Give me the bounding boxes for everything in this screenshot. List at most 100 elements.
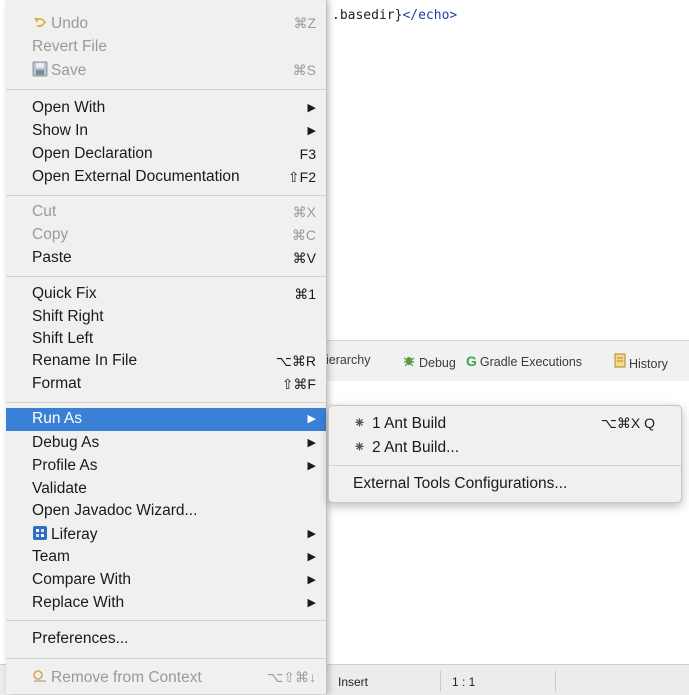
shortcut-label: ⇧⌘F: [281, 376, 316, 392]
menu-item-cut[interactable]: Cut ⌘X: [6, 201, 326, 223]
menu-item-show-in[interactable]: Show In ▶: [6, 120, 326, 142]
tab-history-label: History: [629, 357, 668, 371]
menu-item-label: Undo: [51, 15, 89, 32]
menu-item-label: Shift Left: [32, 330, 94, 347]
menu-item-label: Rename In File: [32, 352, 138, 369]
run-as-submenu: ⁕ 1 Ant Build ⌥⌘X Q ⁕ 2 Ant Build... Exter…: [328, 405, 682, 503]
menu-item-shift-right[interactable]: Shift Right: [6, 306, 326, 328]
shortcut-label: ⇧F2: [287, 169, 316, 185]
submenu-arrow-icon: ▶: [307, 528, 316, 540]
debug-bug-icon: [402, 353, 416, 370]
menu-separator: [6, 276, 326, 277]
menu-item-preferences[interactable]: Preferences...: [6, 628, 326, 650]
submenu-arrow-icon: ▶: [307, 437, 316, 449]
history-icon: [614, 353, 626, 371]
menu-item-label: Open External Documentation: [32, 168, 240, 185]
menu-separator: [6, 620, 326, 621]
menu-item-label: Open Declaration: [32, 145, 153, 162]
menu-item-copy[interactable]: Copy ⌘C: [6, 224, 326, 246]
menu-item-label: Liferay: [51, 526, 98, 543]
menu-separator: [329, 465, 681, 466]
submenu-item-ant-build-2[interactable]: ⁕ 2 Ant Build...: [329, 436, 681, 458]
menu-item-label: Revert File: [32, 38, 107, 55]
context-menu: Undo ⌘Z Revert File Save ⌘S Open With ▶ …: [6, 0, 327, 694]
menu-item-label: Quick Fix: [32, 285, 97, 302]
menu-item-shift-left[interactable]: Shift Left: [6, 328, 326, 350]
tab-hierarchy[interactable]: ierarchy: [326, 353, 370, 367]
menu-item-replace-with[interactable]: Replace With ▶: [6, 592, 326, 614]
gradle-icon: G: [466, 353, 477, 369]
menu-item-save[interactable]: Save ⌘S: [6, 59, 326, 81]
submenu-arrow-icon: ▶: [307, 102, 316, 114]
shortcut-label: F3: [299, 146, 316, 162]
menu-item-label: Format: [32, 375, 82, 392]
menu-item-open-external-documentation[interactable]: Open External Documentation ⇧F2: [6, 166, 326, 188]
shortcut-label: ⌘C: [291, 227, 316, 243]
remove-context-icon: [32, 668, 48, 684]
menu-item-label: Copy: [32, 226, 69, 243]
submenu-arrow-icon: ▶: [307, 551, 316, 563]
submenu-arrow-icon: ▶: [307, 574, 316, 586]
menu-item-compare-with[interactable]: Compare With ▶: [6, 569, 326, 591]
menu-separator: [6, 402, 326, 403]
menu-item-open-declaration[interactable]: Open Declaration F3: [6, 143, 326, 165]
tab-gradle-executions[interactable]: G Gradle Executions: [466, 353, 582, 369]
menu-item-validate[interactable]: Validate: [6, 478, 326, 500]
menu-item-paste[interactable]: Paste ⌘V: [6, 247, 326, 269]
cursor-position: 1 : 1: [452, 675, 476, 689]
submenu-item-ant-build-1[interactable]: ⁕ 1 Ant Build ⌥⌘X Q: [329, 412, 681, 434]
ant-icon: ⁕: [353, 415, 366, 432]
menu-item-debug-as[interactable]: Debug As ▶: [6, 432, 326, 454]
submenu-arrow-icon: ▶: [307, 597, 316, 609]
status-divider: [555, 671, 556, 691]
code-line: .basedir}</echo>: [332, 8, 457, 23]
menu-item-format[interactable]: Format ⇧⌘F: [6, 373, 326, 395]
shortcut-label: ⌥⌘R: [275, 353, 316, 369]
menu-item-profile-as[interactable]: Profile As ▶: [6, 455, 326, 477]
menu-item-team[interactable]: Team ▶: [6, 546, 326, 568]
tab-debug-label: Debug: [419, 356, 456, 370]
views-tab-bar: ierarchy Debug G Gradle Executions Histor…: [326, 340, 689, 382]
menu-separator: [6, 89, 326, 90]
menu-item-label: Team: [32, 548, 70, 565]
insert-mode: Insert: [338, 675, 369, 689]
menu-item-revert-file[interactable]: Revert File: [6, 36, 326, 58]
ant-icon: ⁕: [353, 439, 366, 456]
menu-item-liferay[interactable]: Liferay ▶: [6, 523, 326, 545]
menu-item-label: Profile As: [32, 457, 98, 474]
submenu-item-label: 1 Ant Build: [372, 415, 447, 432]
tab-history[interactable]: History: [614, 353, 668, 371]
tab-gradle-label: Gradle Executions: [479, 355, 583, 369]
submenu-arrow-icon: ▶: [307, 413, 316, 425]
menu-item-label: Run As: [32, 410, 82, 427]
menu-item-quick-fix[interactable]: Quick Fix ⌘1: [6, 283, 326, 305]
shortcut-label: ⌘1: [294, 286, 316, 302]
menu-item-open-with[interactable]: Open With ▶: [6, 97, 326, 119]
menu-item-label: Open With: [32, 99, 106, 116]
menu-item-rename-in-file[interactable]: Rename In File ⌥⌘R: [6, 350, 326, 372]
menu-item-undo[interactable]: Undo ⌘Z: [6, 12, 326, 34]
shortcut-label: ⌘V: [292, 250, 316, 266]
menu-item-label: Preferences...: [32, 630, 129, 647]
menu-item-open-javadoc-wizard[interactable]: Open Javadoc Wizard...: [6, 500, 326, 522]
shortcut-label: ⌥⌘X Q: [600, 415, 655, 431]
menu-item-label: Save: [51, 62, 87, 79]
submenu-item-label: 2 Ant Build...: [372, 439, 460, 456]
shortcut-label: ⌘S: [292, 62, 316, 78]
submenu-item-external-tools-configurations[interactable]: External Tools Configurations...: [329, 473, 681, 495]
menu-item-label: Shift Right: [32, 308, 104, 325]
undo-icon: [32, 14, 48, 30]
menu-item-label: Cut: [32, 203, 57, 220]
menu-item-label: Compare With: [32, 571, 132, 588]
liferay-icon: [32, 525, 48, 541]
menu-separator: [6, 658, 326, 659]
submenu-item-label: External Tools Configurations...: [353, 475, 568, 492]
code-tag: </echo>: [402, 8, 458, 23]
menu-item-run-as[interactable]: Run As ▶: [6, 408, 326, 431]
shortcut-label: ⌘Z: [293, 15, 316, 31]
code-text: .basedir}: [332, 8, 403, 23]
tab-hierarchy-label: ierarchy: [326, 353, 371, 367]
tab-debug[interactable]: Debug: [402, 353, 456, 370]
menu-item-remove-from-context[interactable]: Remove from Context ⌥⇧⌘↓: [6, 666, 326, 688]
menu-item-label: Debug As: [32, 434, 100, 451]
